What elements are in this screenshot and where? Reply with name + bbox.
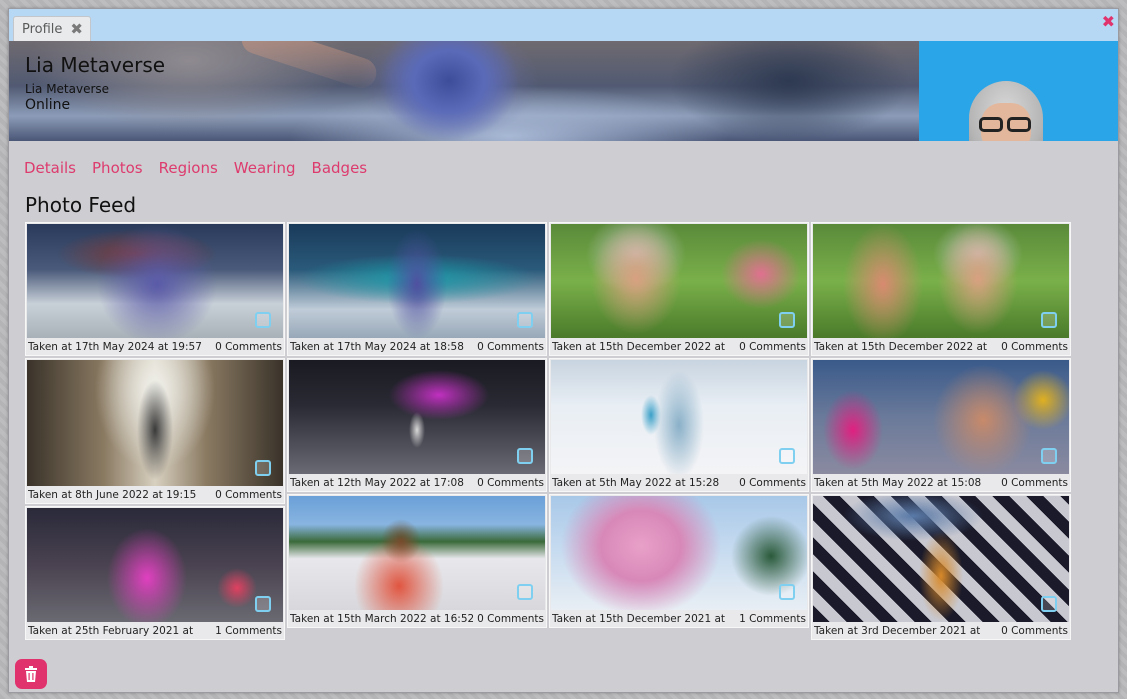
tab-label: Profile [22, 21, 63, 37]
photo-comments-count[interactable]: 0 Comments [477, 613, 544, 625]
photo-comments-count[interactable]: 0 Comments [215, 489, 282, 501]
tab-details[interactable]: Details [24, 159, 76, 177]
photo-taken-date: Taken at 25th February 2021 at [28, 624, 194, 637]
select-checkbox[interactable] [779, 312, 795, 328]
photo-card[interactable]: Taken at 15th December 2022 at 0 Comment… [549, 222, 809, 356]
tab-profile[interactable]: Profile ✖ [13, 16, 91, 41]
photo-thumbnail[interactable] [27, 360, 283, 486]
photo-thumbnail[interactable] [289, 360, 545, 474]
select-checkbox[interactable] [779, 448, 795, 464]
photo-caption: Taken at 3rd December 2021 at 0 Comments [812, 622, 1070, 639]
select-checkbox[interactable] [517, 312, 533, 328]
avatar[interactable] [919, 41, 1118, 141]
photo-card[interactable]: Taken at 12th May 2022 at 17:08 0 Commen… [287, 358, 547, 492]
photo-card[interactable]: Taken at 5th May 2022 at 15:28 0 Comment… [549, 358, 809, 492]
photo-caption: Taken at 15th December 2022 at 0 Comment… [550, 338, 808, 355]
photo-comments-count[interactable]: 0 Comments [477, 341, 544, 353]
photo-comments-count[interactable]: 0 Comments [215, 341, 282, 353]
profile-banner-image: Lia Metaverse Lia Metaverse Online [9, 41, 919, 141]
photo-comments-count[interactable]: 0 Comments [477, 477, 544, 489]
section-title: Photo Feed [25, 193, 137, 217]
photo-caption: Taken at 5th May 2022 at 15:08 0 Comment… [812, 474, 1070, 491]
photo-thumbnail[interactable] [813, 224, 1069, 338]
profile-status: Online [25, 97, 71, 113]
photo-taken-date: Taken at 5th May 2022 at 15:28 [552, 476, 720, 489]
photo-comments-count[interactable]: 1 Comments [215, 625, 282, 637]
photo-comments-count[interactable]: 0 Comments [1001, 477, 1068, 489]
photo-caption: Taken at 15th December 2021 at 1 Comment… [550, 610, 808, 627]
photo-comments-count[interactable]: 0 Comments [739, 477, 806, 489]
tab-close-icon[interactable]: ✖ [70, 21, 83, 37]
photo-card[interactable]: Taken at 15th December 2022 at 0 Comment… [811, 222, 1071, 356]
window-close-icon[interactable]: ✖ [1102, 14, 1115, 30]
select-checkbox[interactable] [255, 460, 271, 476]
delete-button[interactable] [15, 659, 47, 689]
photo-card[interactable]: Taken at 3rd December 2021 at 0 Comments [811, 494, 1071, 640]
photo-caption: Taken at 17th May 2024 at 19:57 0 Commen… [26, 338, 284, 355]
photo-taken-date: Taken at 15th December 2022 at [552, 340, 726, 353]
photo-caption: Taken at 5th May 2022 at 15:28 0 Comment… [550, 474, 808, 491]
profile-display-name: Lia Metaverse [25, 53, 166, 77]
photo-taken-date: Taken at 15th March 2022 at 16:52 [290, 612, 474, 625]
select-checkbox[interactable] [1041, 312, 1057, 328]
profile-nav: Details Photos Regions Wearing Badges [24, 159, 367, 177]
photo-comments-count[interactable]: 1 Comments [739, 613, 806, 625]
photo-thumbnail[interactable] [289, 496, 545, 610]
photo-comments-count[interactable]: 0 Comments [739, 341, 806, 353]
select-checkbox[interactable] [255, 596, 271, 612]
photo-comments-count[interactable]: 0 Comments [1001, 625, 1068, 637]
photo-caption: Taken at 15th March 2022 at 16:52 0 Comm… [288, 610, 546, 627]
select-checkbox[interactable] [517, 584, 533, 600]
photo-taken-date: Taken at 15th December 2022 at [814, 340, 988, 353]
select-checkbox[interactable] [517, 448, 533, 464]
select-checkbox[interactable] [1041, 596, 1057, 612]
select-checkbox[interactable] [255, 312, 271, 328]
photo-card[interactable]: Taken at 17th May 2024 at 19:57 0 Commen… [25, 222, 285, 356]
photo-thumbnail[interactable] [289, 224, 545, 338]
photo-thumbnail[interactable] [813, 360, 1069, 474]
photo-caption: Taken at 25th February 2021 at 1 Comment… [26, 622, 284, 639]
photo-taken-date: Taken at 3rd December 2021 at [814, 624, 981, 637]
photo-taken-date: Taken at 17th May 2024 at 19:57 [28, 340, 202, 353]
select-checkbox[interactable] [1041, 448, 1057, 464]
photo-taken-date: Taken at 12th May 2022 at 17:08 [290, 476, 464, 489]
tab-regions[interactable]: Regions [159, 159, 218, 177]
photo-comments-count[interactable]: 0 Comments [1001, 341, 1068, 353]
photo-thumbnail[interactable] [551, 360, 807, 474]
photo-caption: Taken at 12th May 2022 at 17:08 0 Commen… [288, 474, 546, 491]
photo-card[interactable]: Taken at 25th February 2021 at 1 Comment… [25, 506, 285, 640]
photo-caption: Taken at 8th June 2022 at 19:15 0 Commen… [26, 486, 284, 503]
tab-photos[interactable]: Photos [92, 159, 143, 177]
photo-taken-date: Taken at 15th December 2021 at [552, 612, 726, 625]
photo-card[interactable]: Taken at 15th December 2021 at 1 Comment… [549, 494, 809, 628]
photo-card[interactable]: Taken at 8th June 2022 at 19:15 0 Commen… [25, 358, 285, 504]
photo-thumbnail[interactable] [551, 224, 807, 338]
photo-card[interactable]: Taken at 17th May 2024 at 18:58 0 Commen… [287, 222, 547, 356]
photo-card[interactable]: Taken at 5th May 2022 at 15:08 0 Comment… [811, 358, 1071, 492]
select-checkbox[interactable] [779, 584, 795, 600]
window-titlebar[interactable]: Profile ✖ ✖ [9, 9, 1118, 41]
trash-icon [25, 666, 37, 682]
profile-username: Lia Metaverse [25, 82, 110, 96]
profile-window: Profile ✖ ✖ Lia Metaverse Lia Metaverse … [8, 8, 1119, 693]
photo-taken-date: Taken at 5th May 2022 at 15:08 [814, 476, 982, 489]
photo-card[interactable]: Taken at 15th March 2022 at 16:52 0 Comm… [287, 494, 547, 628]
photo-thumbnail[interactable] [551, 496, 807, 610]
photo-caption: Taken at 17th May 2024 at 18:58 0 Commen… [288, 338, 546, 355]
photo-caption: Taken at 15th December 2022 at 0 Comment… [812, 338, 1070, 355]
photo-taken-date: Taken at 8th June 2022 at 19:15 [28, 488, 197, 501]
photo-thumbnail[interactable] [27, 508, 283, 622]
photo-taken-date: Taken at 17th May 2024 at 18:58 [290, 340, 464, 353]
tab-badges[interactable]: Badges [312, 159, 368, 177]
tab-wearing[interactable]: Wearing [234, 159, 296, 177]
photo-thumbnail[interactable] [27, 224, 283, 338]
photo-thumbnail[interactable] [813, 496, 1069, 622]
